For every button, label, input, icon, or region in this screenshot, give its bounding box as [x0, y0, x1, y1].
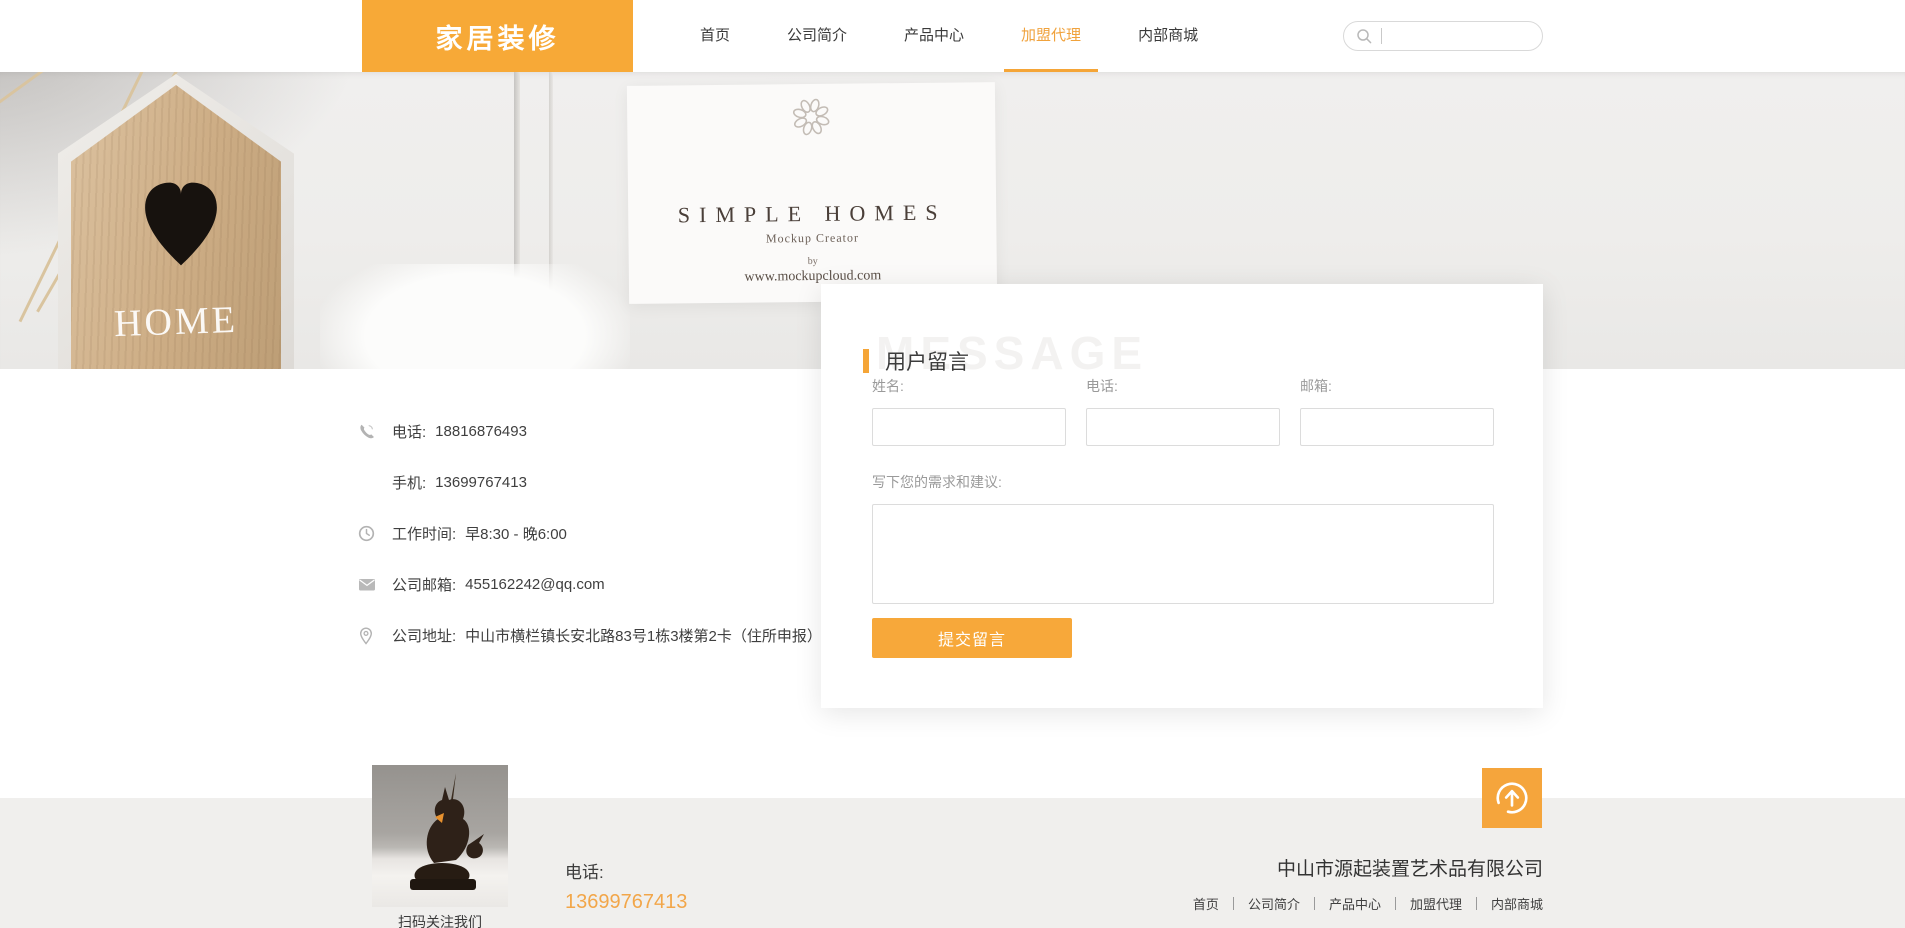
footer-nav-company[interactable]: 公司简介	[1248, 894, 1300, 913]
footer-nav: 首页 公司简介 产品中心 加盟代理 内部商城	[1193, 894, 1543, 913]
house-home-text: HOME	[57, 296, 294, 348]
page: 家居装修 首页 公司简介 产品中心 加盟代理 内部商城	[0, 0, 1905, 928]
name-field-label: 姓名:	[872, 376, 1066, 396]
search-divider	[1381, 28, 1382, 44]
form-grid: 姓名: 电话: 邮箱:	[872, 376, 1494, 446]
email-field-label: 邮箱:	[1300, 376, 1494, 396]
title-accent-bar	[863, 349, 869, 373]
contact-label: 公司地址:	[392, 625, 456, 646]
contact-list: 电话: 18816876493 手机: 13699767413 工作时间: 早8…	[358, 421, 822, 676]
scroll-to-top-button[interactable]	[1482, 768, 1542, 828]
nav-item-company[interactable]: 公司简介	[770, 0, 864, 72]
nav-item-franchise[interactable]: 加盟代理	[1004, 0, 1098, 72]
phone-icon	[358, 423, 392, 440]
nav-separator	[1233, 897, 1234, 910]
site-logo[interactable]: 家居装修	[362, 0, 633, 72]
phone-field-label: 电话:	[1086, 376, 1280, 396]
email-field[interactable]	[1300, 408, 1494, 446]
mock-card-title: SIMPLE HOMES	[628, 199, 996, 229]
footer-nav-products[interactable]: 产品中心	[1329, 894, 1381, 913]
nav-item-products[interactable]: 产品中心	[887, 0, 981, 72]
nav-separator	[1476, 897, 1477, 910]
phone-field[interactable]	[1086, 408, 1280, 446]
main-nav: 首页 公司简介 产品中心 加盟代理 内部商城	[683, 0, 1238, 72]
qr-caption: 扫码关注我们	[372, 912, 508, 928]
footer-phone-number: 13699767413	[565, 891, 687, 914]
message-textarea-label: 写下您的需求和建议:	[872, 472, 1494, 492]
contact-value: 455162242@qq.com	[465, 576, 605, 593]
search-box[interactable]	[1343, 21, 1543, 51]
form-title: 用户留言	[885, 346, 969, 376]
nav-item-mall[interactable]: 内部商城	[1121, 0, 1215, 72]
search-input[interactable]	[1392, 28, 1530, 44]
contact-label: 手机:	[392, 472, 426, 493]
contact-row-mobile: 手机: 13699767413	[358, 472, 822, 493]
message-form-card: MESSAGE 用户留言 姓名: 电话: 邮箱: 写下您的需求和建议: 提交留言	[821, 284, 1543, 708]
footer-nav-mall[interactable]: 内部商城	[1491, 894, 1543, 913]
heart-cutout-icon	[142, 172, 220, 276]
contact-value: 中山市横栏镇长安北路83号1栋3楼第2卡（住所申报）	[465, 625, 822, 646]
qr-block: 扫码关注我们	[372, 765, 508, 928]
clock-icon	[358, 525, 392, 542]
wooden-house-ornament: HOME	[58, 74, 294, 369]
contact-value: 早8:30 - 晚6:00	[465, 523, 567, 544]
flower-ornament-icon	[788, 94, 834, 140]
contact-row-phone: 电话: 18816876493	[358, 421, 822, 442]
contact-value: 13699767413	[435, 474, 527, 491]
footer-phone-block: 电话: 13699767413	[565, 858, 687, 914]
mock-card-subtitle: Mockup Creator	[628, 229, 996, 248]
nav-item-home[interactable]: 首页	[683, 0, 747, 72]
contact-label: 电话:	[392, 421, 426, 442]
company-name: 中山市源起装置艺术品有限公司	[1193, 854, 1543, 881]
contact-label: 公司邮箱:	[392, 574, 456, 595]
white-chair-blur	[320, 264, 630, 369]
name-field[interactable]	[872, 408, 1066, 446]
message-textarea[interactable]	[872, 504, 1494, 604]
sculpture-photo	[372, 765, 508, 907]
contact-row-email: 公司邮箱: 455162242@qq.com	[358, 574, 822, 595]
nav-separator	[1395, 897, 1396, 910]
submit-message-button[interactable]: 提交留言	[872, 618, 1072, 658]
footer-nav-franchise[interactable]: 加盟代理	[1410, 894, 1462, 913]
search-icon[interactable]	[1356, 28, 1373, 45]
simple-homes-card: SIMPLE HOMES Mockup Creator by www.mocku…	[627, 82, 997, 304]
footer-phone-label: 电话:	[565, 858, 687, 883]
contact-label: 工作时间:	[392, 523, 456, 544]
contact-value: 18816876493	[435, 423, 527, 440]
location-icon	[358, 627, 392, 645]
sculpture-graphic	[372, 765, 508, 907]
site-header: 家居装修 首页 公司简介 产品中心 加盟代理 内部商城	[0, 0, 1905, 72]
contact-row-address: 公司地址: 中山市横栏镇长安北路83号1栋3楼第2卡（住所申报）	[358, 625, 822, 646]
footer-nav-home[interactable]: 首页	[1193, 894, 1219, 913]
site-footer: 扫码关注我们 电话: 13699767413 中山市源起装置艺术品有限公司 首页…	[0, 798, 1905, 928]
mail-icon	[358, 577, 392, 592]
contact-row-hours: 工作时间: 早8:30 - 晚6:00	[358, 523, 822, 544]
nav-separator	[1314, 897, 1315, 910]
arrow-up-icon	[1493, 779, 1531, 817]
